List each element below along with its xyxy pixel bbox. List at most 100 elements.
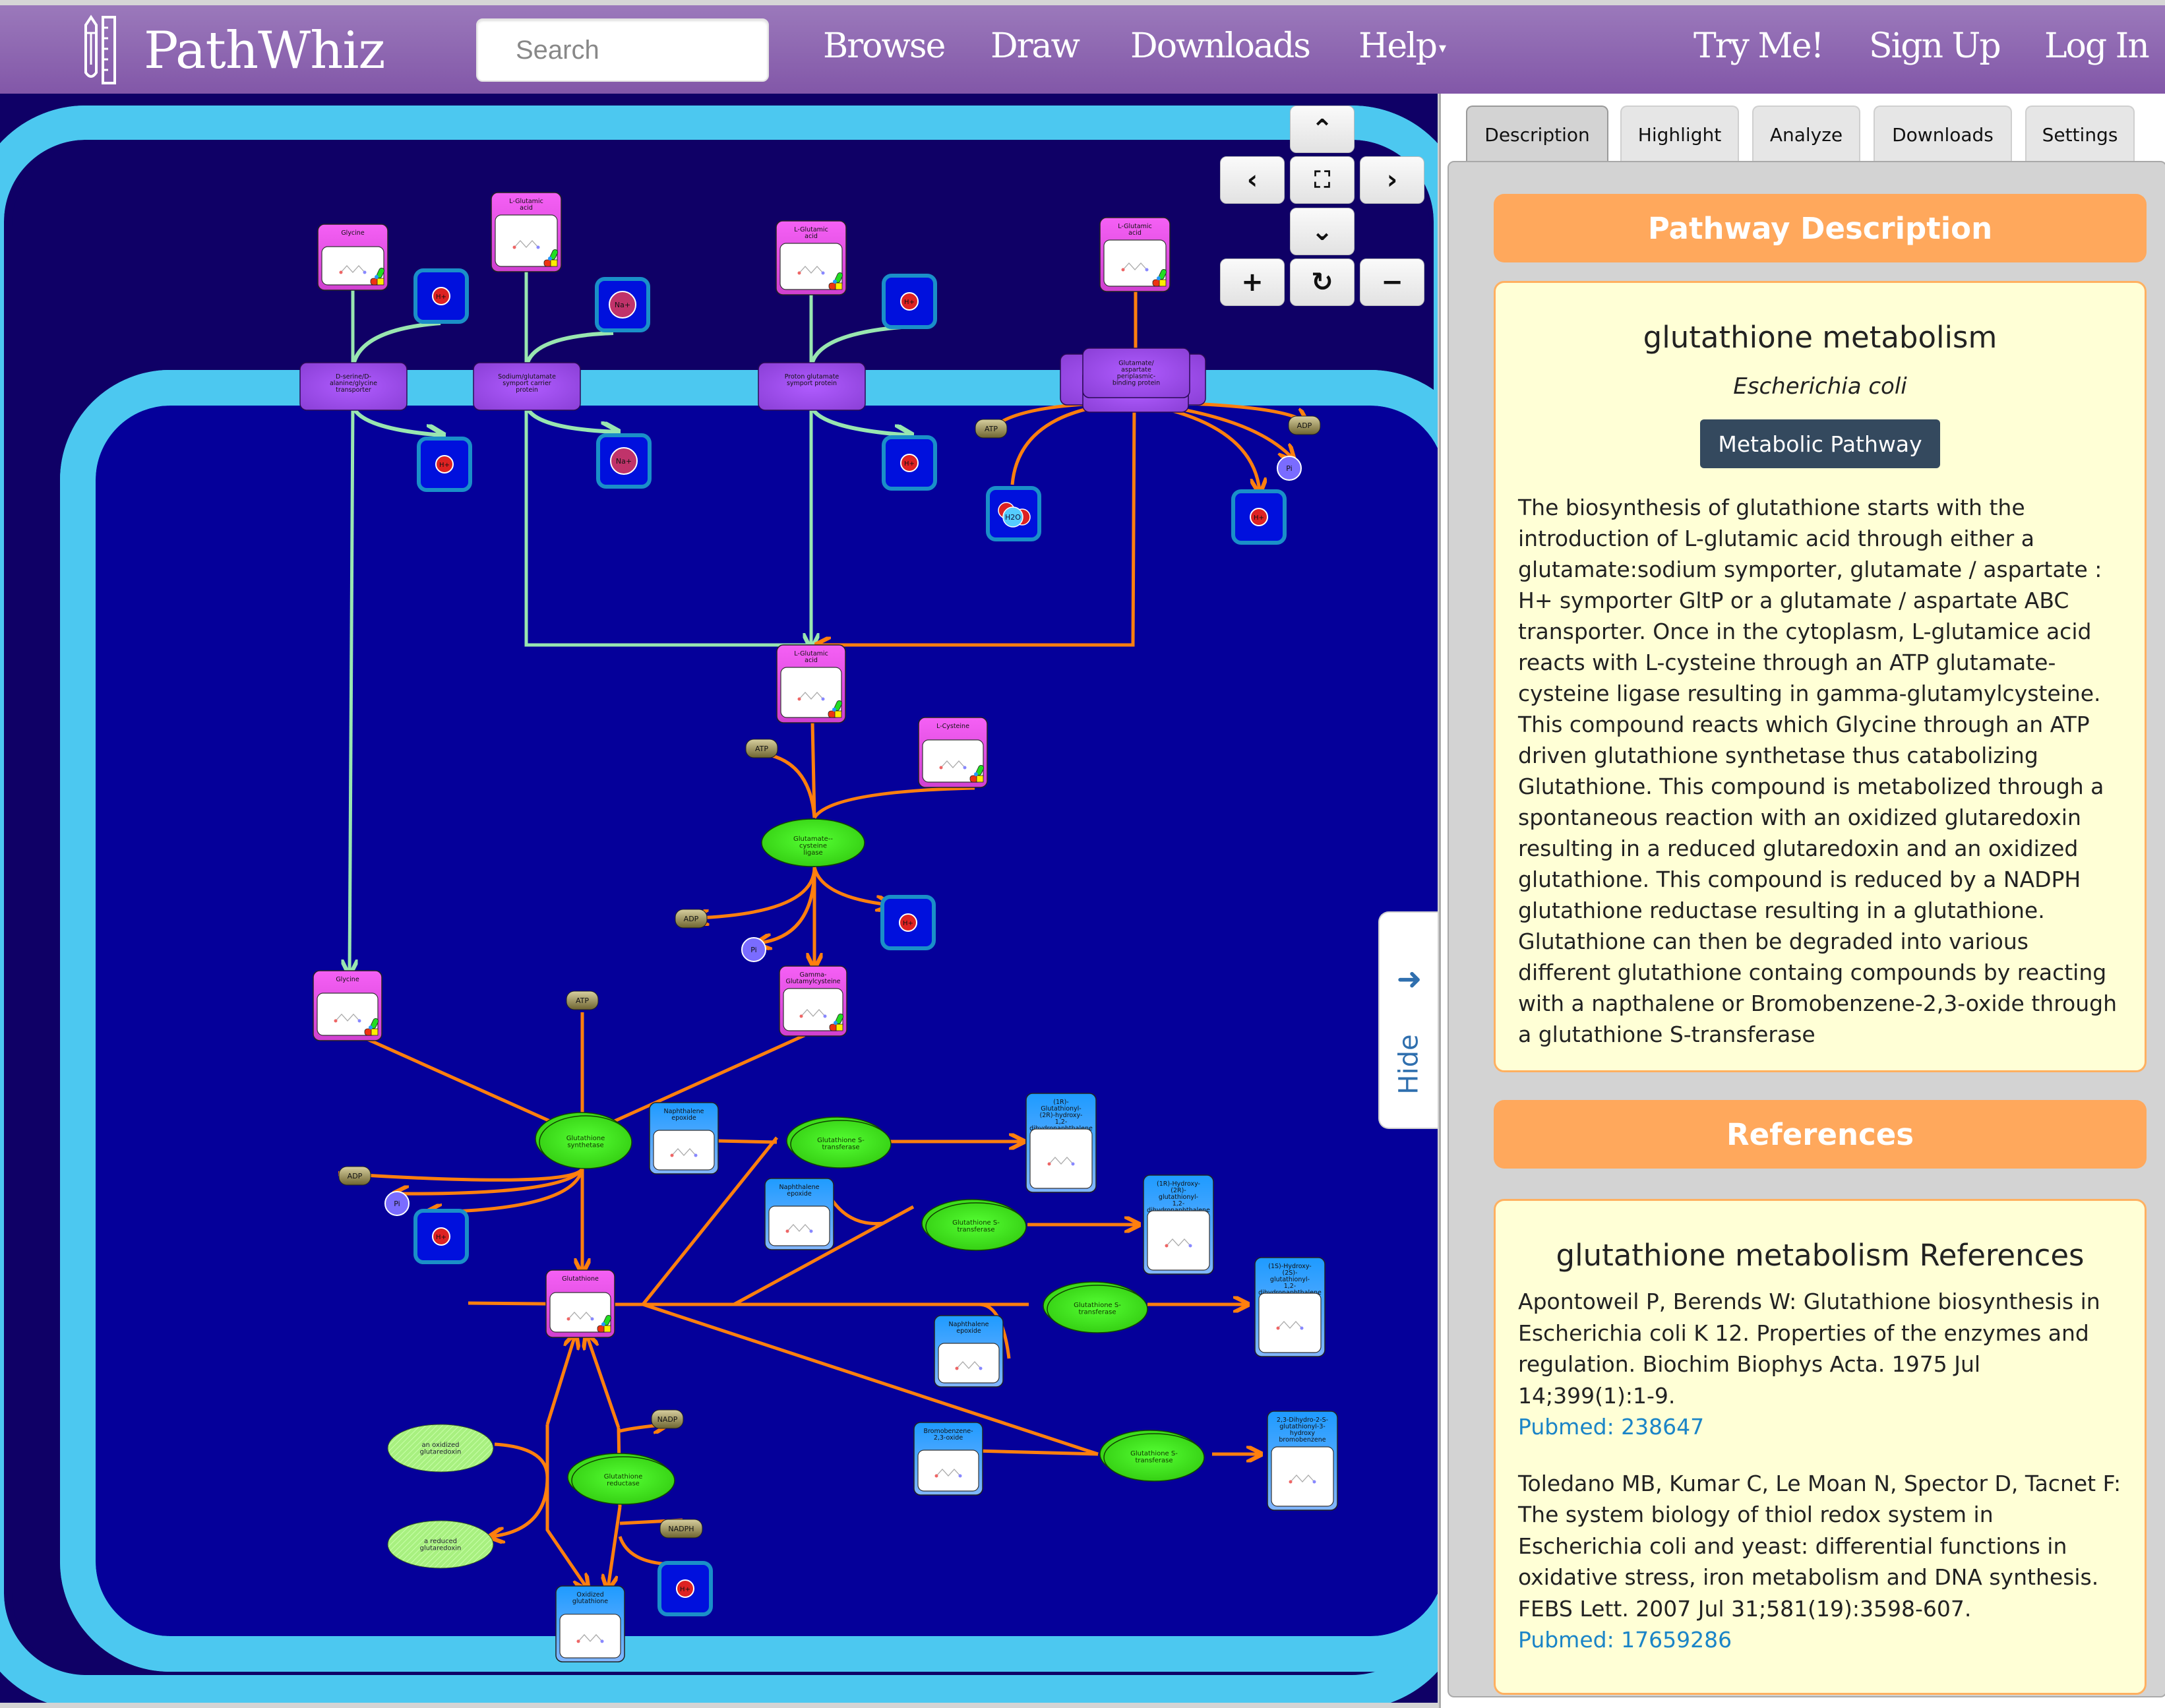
compound-product[interactable]: (1R)-Hydroxy-(2R)-glutathionyl-1,2-dihyd… [1143, 1174, 1214, 1275]
compound-glycine[interactable]: Glycine [313, 970, 382, 1041]
proton-node[interactable]: H+ [417, 437, 472, 492]
nav-try-me[interactable]: Try Me! [1693, 26, 1824, 66]
pan-down-button[interactable]: ⌄ [1290, 208, 1355, 255]
browser-top-strip [0, 0, 2165, 5]
node-label: 2,3-Dihydro-2-S-glutathionyl-3-hydroxy br… [1277, 1417, 1328, 1444]
zoom-in-button[interactable]: + [1220, 259, 1285, 306]
transporter-protein[interactable]: Sodium/glutamate symport carrier protein [473, 362, 581, 411]
compound-naphthalene-epoxide[interactable]: Naphthalene epoxide [764, 1178, 834, 1250]
water-node[interactable]: H2O [986, 486, 1041, 541]
nav-sign-up[interactable]: Sign Up [1869, 26, 2001, 66]
pathway-canvas[interactable]: Glycine L-Glutamic acid L-Glutamic acid L-Glu… [0, 94, 1438, 1703]
pencil-ruler-icon [84, 15, 116, 84]
zoom-out-button[interactable]: − [1360, 259, 1424, 306]
phosphate-node[interactable]: Pi [741, 937, 766, 962]
chevron-right-icon: › [1386, 165, 1398, 195]
phosphate-node[interactable]: Pi [384, 1191, 410, 1216]
proton-node[interactable]: H+ [880, 895, 936, 950]
adp-node[interactable]: ADP [338, 1166, 371, 1186]
tab-analyze[interactable]: Analyze [1752, 106, 1860, 162]
compound-l-glutamic-acid[interactable]: L-Glutamic acid [491, 192, 562, 272]
proton-node[interactable]: H+ [413, 1209, 469, 1264]
compound-naphthalene-epoxide[interactable]: Naphthalene epoxide [934, 1315, 1004, 1388]
proton-node[interactable]: H+ [882, 274, 937, 329]
tab-highlight[interactable]: Highlight [1620, 106, 1739, 162]
nav-draw[interactable]: Draw [991, 26, 1080, 66]
svg-text:ADP: ADP [1297, 421, 1312, 430]
pan-left-button[interactable]: ‹ [1220, 156, 1285, 204]
adp-node[interactable]: ADP [675, 909, 708, 929]
node-label: Glycine [341, 229, 365, 237]
node-label: Glutathione S-transferase [817, 1137, 865, 1151]
compound-l-glutamic-acid[interactable]: L-Glutamic acid [776, 644, 846, 723]
compound-glutathione[interactable]: Glutathione [545, 1269, 615, 1338]
nav-browse[interactable]: Browse [823, 26, 946, 66]
pathway-diagram[interactable]: Glycine L-Glutamic acid L-Glutamic acid L-Glu… [0, 94, 1438, 1703]
pan-right-button[interactable]: › [1360, 156, 1424, 204]
svg-text:H+: H+ [904, 460, 915, 468]
proton-node[interactable]: H+ [657, 1561, 713, 1616]
glutaredoxin-node[interactable]: an oxidized glutaredoxin [387, 1424, 494, 1473]
nav-downloads[interactable]: Downloads [1130, 26, 1311, 66]
enzyme-glutamate-cysteine-ligase[interactable]: Glutamate--cysteine ligase [761, 818, 865, 867]
atp-node[interactable]: ATP [975, 419, 1008, 439]
compound-oxidized-glutathione[interactable]: Oxidized glutathione [555, 1585, 625, 1662]
nav-log-in[interactable]: Log In [2044, 26, 2150, 66]
hide-panel-button[interactable]: ➜ Hide [1378, 911, 1438, 1129]
reference-text: Toledano MB, Kumar C, Le Moan N, Spector… [1518, 1470, 2121, 1622]
proton-node[interactable]: H+ [1231, 489, 1287, 545]
compound-product[interactable]: (1S)-Hydroxy-(2S)-glutathionyl-1,2-dihyd… [1254, 1257, 1326, 1357]
nav-help[interactable]: Help ▾ [1358, 26, 1446, 66]
minus-icon: − [1381, 267, 1403, 297]
node-label: Glutathione S-transferase [952, 1219, 1000, 1234]
adp-node[interactable]: ADP [1288, 415, 1321, 435]
compound-naphthalene-epoxide[interactable]: Naphthalene epoxide [649, 1102, 719, 1174]
node-label: Glutamate/aspartate periplasmic-binding p… [1113, 360, 1160, 387]
fit-screen-button[interactable]: ⛶ [1290, 156, 1355, 204]
reset-view-button[interactable]: ↻ [1290, 259, 1355, 306]
brand-name: PathWhiz [144, 21, 386, 80]
description-tab-content: Pathway Description glutathione metaboli… [1448, 161, 2165, 1697]
tab-description[interactable]: Description [1466, 106, 1608, 162]
reference-item: Toledano MB, Kumar C, Le Moan N, Spector… [1496, 1468, 2145, 1656]
chevron-up-icon: ⌃ [1311, 114, 1333, 144]
glutaredoxin-node[interactable]: a reduced glutaredoxin [387, 1520, 494, 1569]
node-label: Glutathione [562, 1275, 599, 1283]
svg-text:H+: H+ [904, 299, 915, 306]
node-label: Glutathione S-transferase [1074, 1302, 1121, 1316]
brand-logo[interactable]: PathWhiz [78, 15, 386, 87]
tab-settings[interactable]: Settings [2025, 106, 2135, 162]
compound-product[interactable]: (1R)-Glutathionyl-(2R)-hydroxy-1,2-dihyd… [1025, 1093, 1097, 1193]
compound-l-cysteine[interactable]: L-Cysteine [918, 717, 988, 788]
compound-bromobenzene-oxide[interactable]: Bromobenzene-2,3-oxide [913, 1422, 983, 1496]
svg-text:Na+: Na+ [616, 457, 632, 466]
compound-gamma-glutamylcysteine[interactable]: Gamma-Glutamylcysteine [779, 965, 847, 1037]
compound-l-glutamic-acid[interactable]: L-Glutamic acid [776, 220, 847, 295]
pan-up-button[interactable]: ⌃ [1290, 106, 1355, 153]
nadph-node[interactable]: NADPH [659, 1519, 703, 1539]
transporter-protein[interactable]: Proton glutamate symport protein [758, 362, 866, 411]
compound-l-glutamic-acid[interactable]: L-Glutamic acid [1099, 217, 1171, 292]
tab-downloads[interactable]: Downloads [1874, 106, 2012, 162]
node-label: D-serine/D-alanine/glycine transporter [330, 373, 377, 394]
search-input[interactable] [477, 20, 768, 80]
pubmed-link[interactable]: Pubmed: 17659286 [1496, 1624, 2145, 1656]
node-label: an oxidized glutaredoxin [420, 1442, 462, 1456]
compound-glycine[interactable]: Glycine [317, 224, 388, 291]
atp-node[interactable]: ATP [745, 739, 778, 758]
compound-product[interactable]: 2,3-Dihydro-2-S-glutathionyl-3-hydroxy br… [1267, 1411, 1338, 1511]
nadp-node[interactable]: NADP [651, 1409, 684, 1429]
transporter-protein[interactable]: Glutamate/aspartate periplasmic-binding p… [1082, 348, 1190, 398]
pubmed-link[interactable]: Pubmed: 238647 [1496, 1411, 2145, 1443]
transporter-protein[interactable]: D-serine/D-alanine/glycine transporter [299, 362, 408, 411]
pathway-title: glutathione metabolism [1643, 320, 1997, 355]
search-box[interactable] [476, 18, 769, 82]
proton-node[interactable]: H+ [413, 268, 469, 324]
phosphate-node[interactable]: Pi [1277, 456, 1302, 481]
sodium-ion-node[interactable]: Na+ [595, 277, 650, 332]
pathway-type-badge[interactable]: Metabolic Pathway [1700, 419, 1940, 468]
sodium-ion-node[interactable]: Na+ [596, 433, 652, 489]
proton-node[interactable]: H+ [882, 435, 937, 491]
svg-text:ADP: ADP [348, 1172, 363, 1180]
atp-node[interactable]: ATP [566, 991, 599, 1010]
